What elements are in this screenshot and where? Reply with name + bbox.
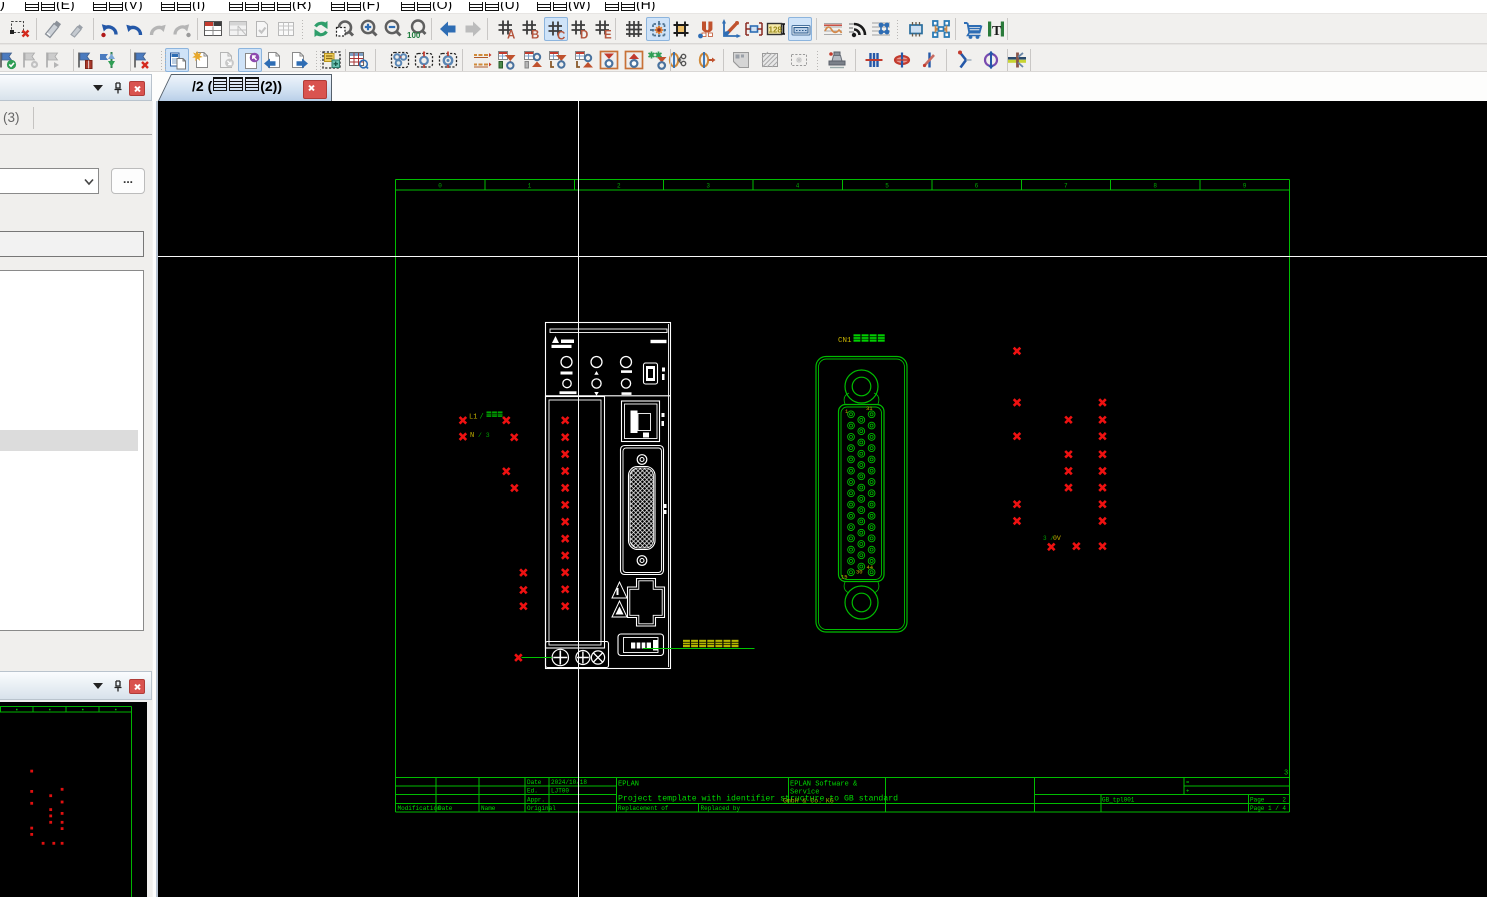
- svg-text:GB_tpl001: GB_tpl001: [1102, 797, 1135, 804]
- svg-text:4: 4: [796, 182, 800, 189]
- svg-text:128: 128: [769, 26, 783, 35]
- svg-text:EPLAN Software &: EPLAN Software &: [790, 781, 858, 789]
- svg-text:EPLAN: EPLAN: [618, 781, 639, 789]
- svg-text:Page: Page: [1250, 805, 1265, 812]
- svg-text:GmbH & Co. KG: GmbH & Co. KG: [783, 798, 834, 805]
- svg-text:6: 6: [975, 182, 979, 189]
- svg-text:8: 8: [1153, 182, 1157, 189]
- svg-text:30: 30: [856, 569, 863, 576]
- svg-text:3: 3: [1284, 770, 1288, 778]
- svg-text:CN1: CN1: [838, 337, 852, 345]
- svg-text:+: +: [1186, 788, 1189, 795]
- svg-text:44: 44: [867, 564, 874, 571]
- svg-text:Date: Date: [438, 805, 453, 812]
- svg-text:T: T: [992, 24, 1002, 39]
- svg-text:1: 1: [528, 182, 532, 189]
- svg-text:0V: 0V: [1053, 535, 1061, 542]
- svg-text:Name: Name: [481, 805, 496, 812]
- svg-text:31: 31: [866, 405, 873, 412]
- svg-text:2: 2: [1282, 797, 1286, 804]
- svg-text:15: 15: [841, 574, 848, 581]
- svg-text:=: =: [1186, 779, 1189, 786]
- svg-text:D: D: [580, 30, 588, 42]
- svg-text:Appr.: Appr.: [527, 796, 545, 803]
- svg-text:100: 100: [407, 31, 421, 40]
- svg-text:L1: L1: [469, 413, 477, 421]
- svg-text:2024/10/18: 2024/10/18: [551, 779, 587, 786]
- svg-text:Page: Page: [1250, 797, 1265, 804]
- svg-text:Modification: Modification: [398, 805, 442, 812]
- svg-text:Service: Service: [790, 789, 819, 797]
- svg-text:5: 5: [885, 182, 889, 189]
- svg-text:2: 2: [617, 182, 621, 189]
- svg-text:Project template with identifi: Project template with identifier structu…: [618, 794, 898, 804]
- svg-text:9: 9: [1243, 182, 1247, 189]
- svg-text:LJT00: LJT00: [551, 788, 569, 795]
- svg-text:Replacement of: Replacement of: [618, 805, 669, 812]
- svg-text:A: A: [507, 30, 515, 42]
- svg-text:N: N: [470, 432, 474, 440]
- svg-text:Date: Date: [527, 779, 542, 786]
- svg-text:3: 3: [706, 182, 710, 189]
- svg-text:7: 7: [1064, 182, 1068, 189]
- svg-text:E: E: [604, 30, 612, 42]
- svg-text:/ 3: / 3: [478, 432, 490, 439]
- svg-text:Ed.: Ed.: [527, 788, 538, 795]
- svg-text:/: /: [480, 413, 484, 421]
- svg-text:0: 0: [438, 182, 442, 189]
- svg-text:1 / 4: 1 / 4: [1268, 805, 1286, 812]
- svg-text:C: C: [557, 31, 565, 43]
- svg-text:Original: Original: [527, 805, 556, 812]
- svg-text:B: B: [531, 30, 539, 42]
- svg-text:Replaced by: Replaced by: [701, 805, 741, 812]
